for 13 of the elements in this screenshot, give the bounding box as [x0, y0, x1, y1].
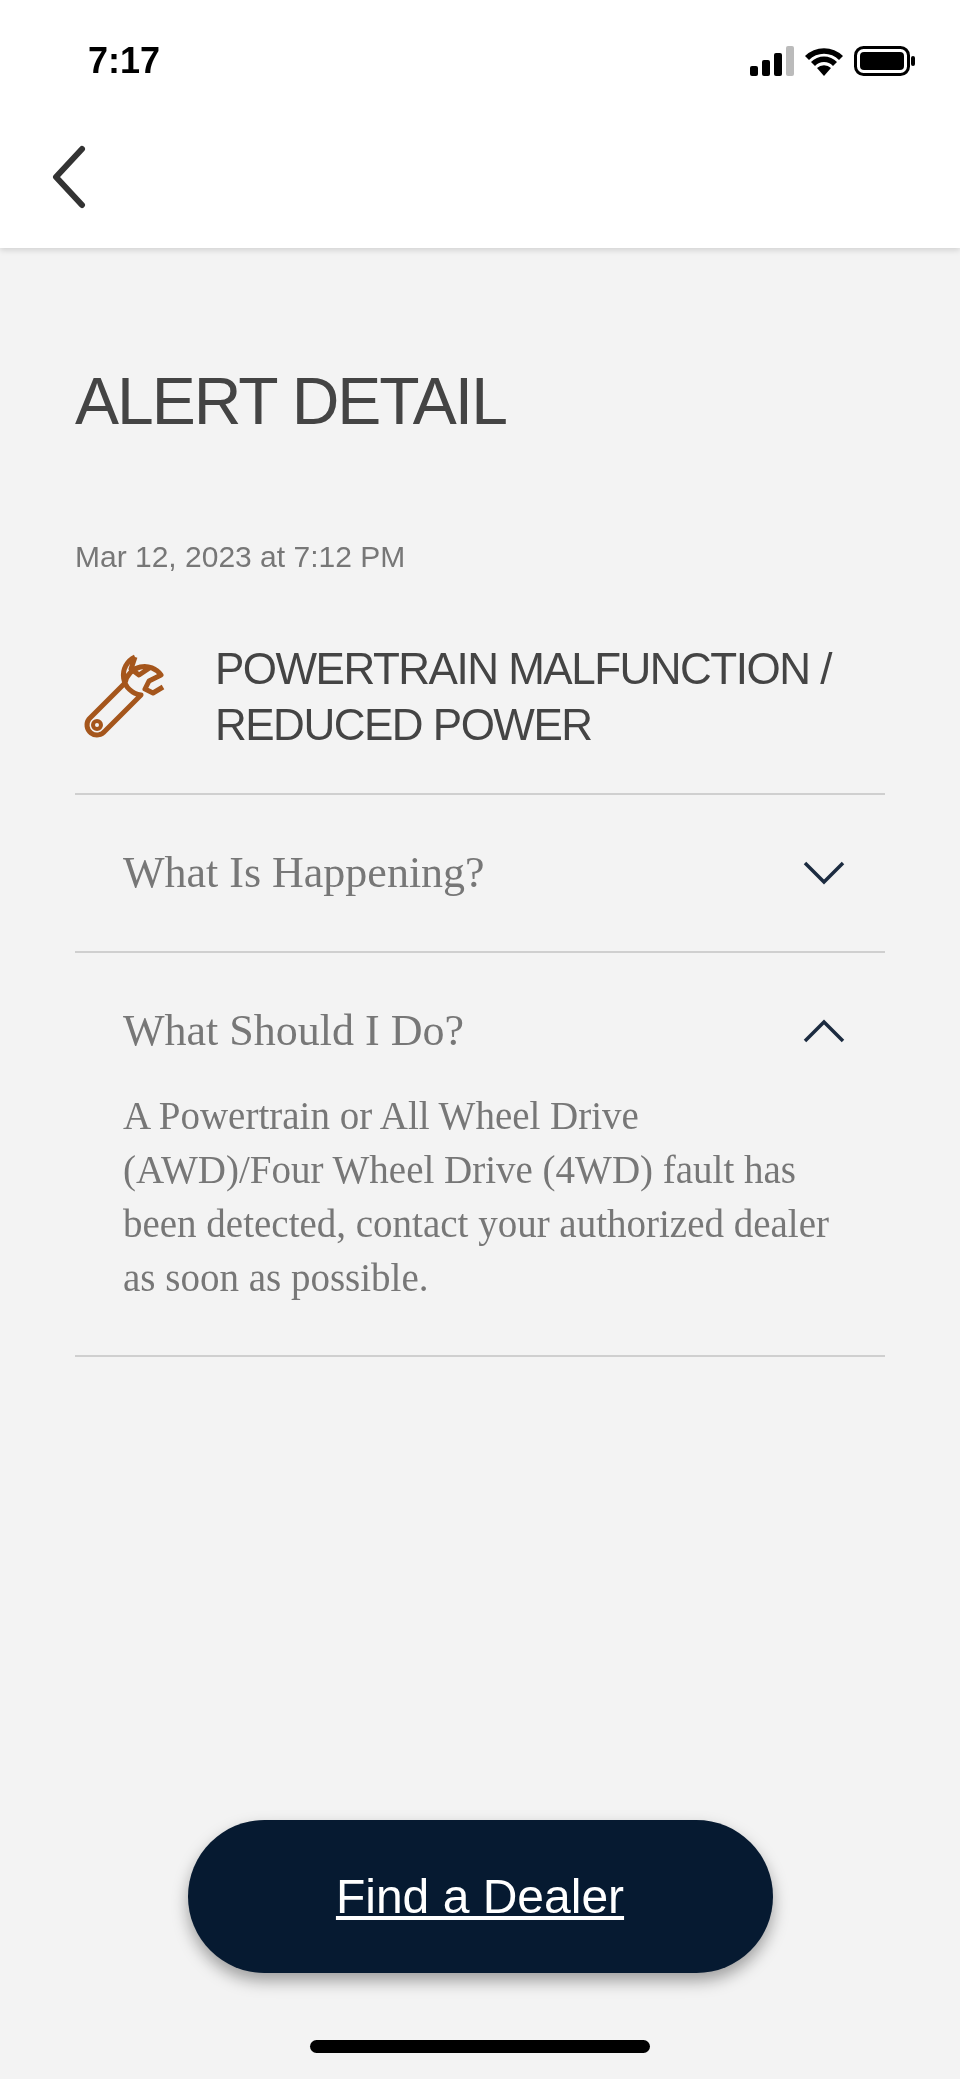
page-title: ALERT DETAIL	[75, 368, 507, 434]
signal-icon	[750, 46, 794, 76]
wifi-icon	[804, 46, 844, 76]
status-time: 7:17	[88, 39, 161, 83]
back-icon	[50, 145, 86, 209]
section-body: A Powertrain or All Wheel Drive (AWD)/Four Wheel Drive (4WD) fault has been detected, contact your authorized dealer as soon as possible.	[122, 1093, 830, 1302]
accordion-header[interactable]: What Is Happening?	[75, 795, 885, 951]
chevron-up-icon	[803, 1019, 845, 1043]
battery-icon	[854, 46, 916, 76]
find-dealer-button[interactable]: Find a Dealer	[187, 1820, 773, 1973]
alert-date: Mar 12, 2023 at 7:12 PM	[75, 539, 407, 575]
chevron-down-icon	[803, 861, 845, 885]
alert-title: POWERTRAIN MALFUNCTION / REDUCED POWER	[215, 643, 833, 751]
